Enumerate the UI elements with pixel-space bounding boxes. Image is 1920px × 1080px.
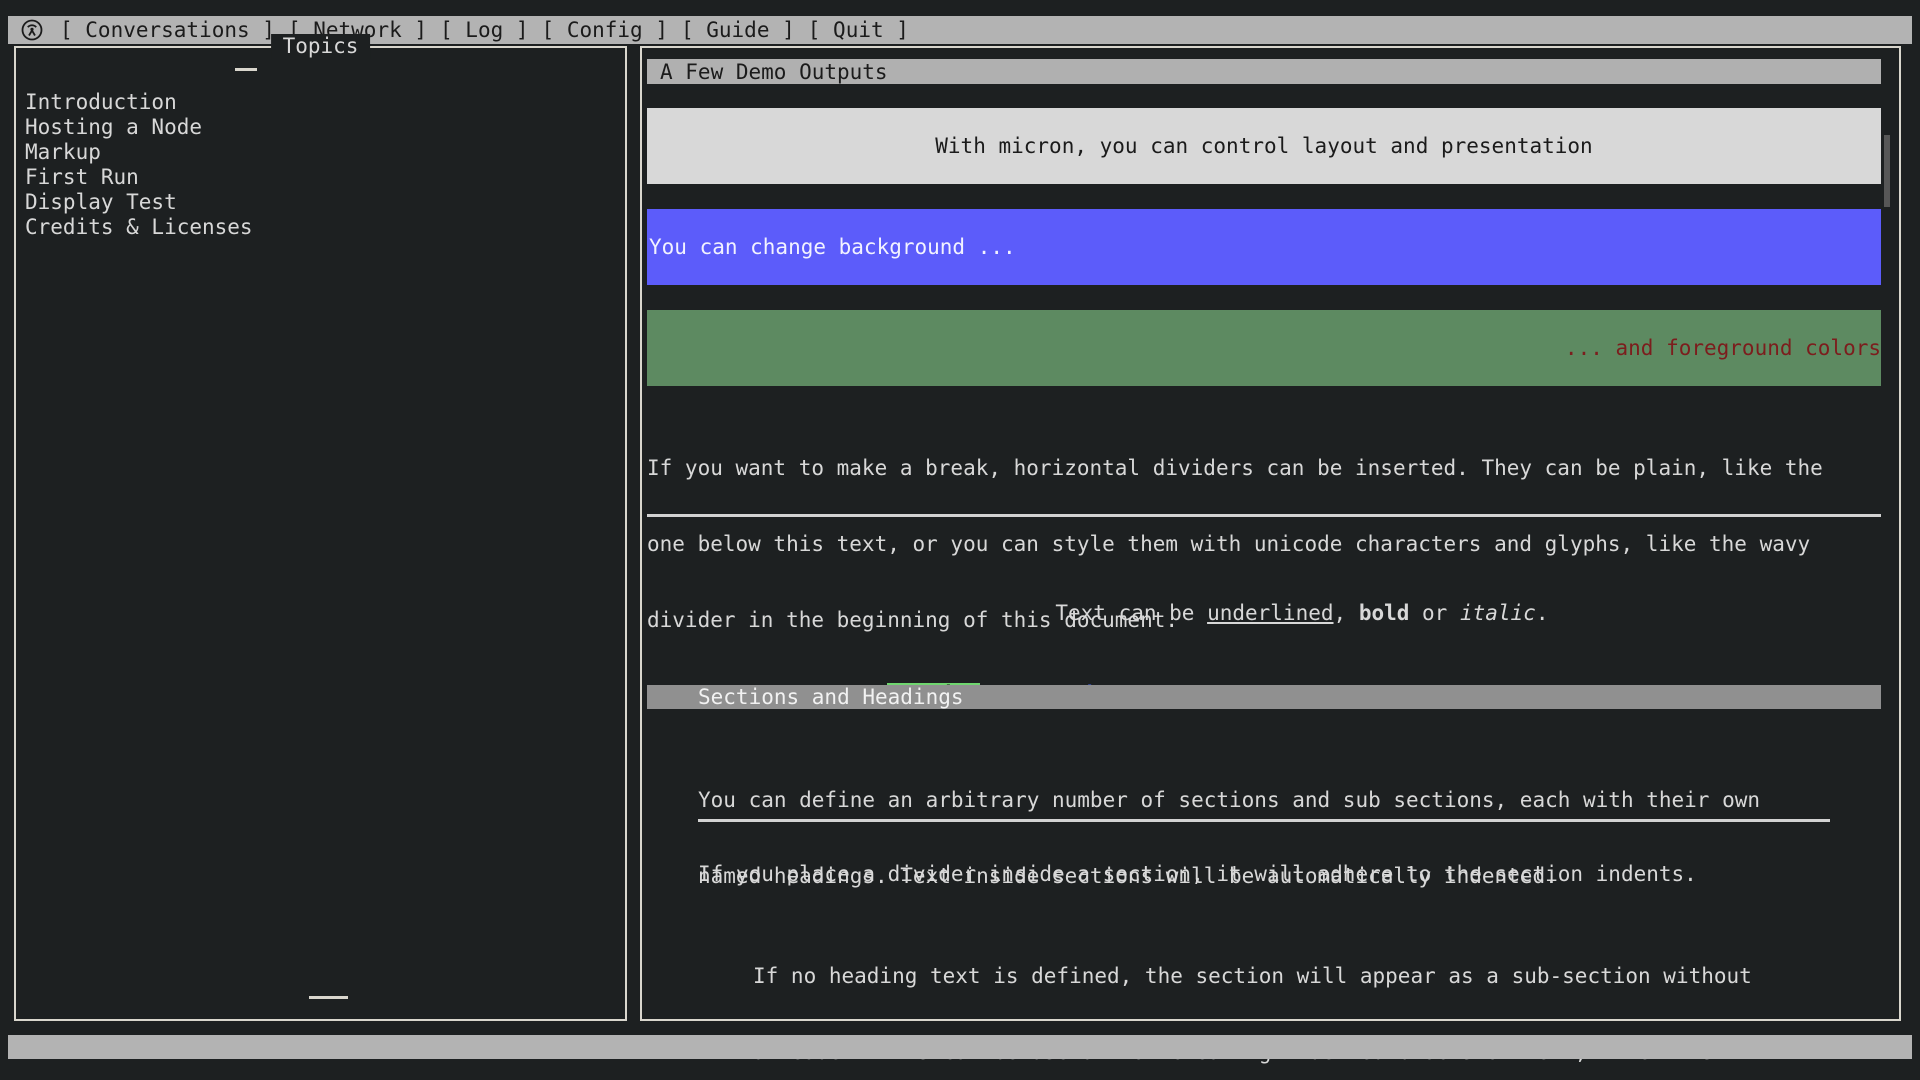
status-bar	[8, 1035, 1912, 1059]
topic-item-introduction[interactable]: Introduction	[25, 90, 617, 115]
background-color-demo-text: You can change background ...	[649, 235, 1016, 259]
document-title: A Few Demo Outputs	[660, 60, 888, 84]
italic-sample: italic	[1460, 601, 1536, 625]
sections-heading-bar: Sections and Headings	[647, 685, 1881, 709]
topics-list: Introduction Hosting a Node Markup First…	[25, 90, 617, 240]
text-styles-line: Text can be underlined, bold or italic.	[647, 576, 1881, 651]
text-styles-sep1: ,	[1334, 601, 1359, 625]
menu-item-quit[interactable]: [ Quit ]	[808, 18, 909, 42]
foreground-color-demo-text: ... and foreground colors	[1565, 336, 1881, 360]
micron-demo-bar-text: With micron, you can control layout and …	[935, 134, 1592, 158]
content-scrollbar-thumb[interactable]	[1884, 135, 1890, 207]
underlined-sample: underlined	[1207, 601, 1333, 625]
document-title-bar: A Few Demo Outputs	[647, 59, 1881, 84]
scroll-down-indicator	[309, 996, 348, 999]
text-styles-prefix: Text can be	[1055, 601, 1207, 625]
dividers-paragraph-line-2: one below this text, or you can style th…	[647, 532, 1881, 557]
section-divider-note: If you place a divider inside a section,…	[698, 862, 1830, 887]
micron-demo-bar: With micron, you can control layout and …	[647, 108, 1881, 184]
menu-item-conversations[interactable]: [ Conversations ]	[60, 18, 275, 42]
dividers-paragraph-line-1: If you want to make a break, horizontal …	[647, 456, 1881, 481]
menu-item-config[interactable]: [ Config ]	[542, 18, 668, 42]
topic-item-credits-licenses[interactable]: Credits & Licenses	[25, 215, 617, 240]
menu-item-guide[interactable]: [ Guide ]	[681, 18, 795, 42]
background-color-demo-bar: You can change background ...	[647, 209, 1881, 285]
sections-heading-text: Sections and Headings	[698, 685, 964, 709]
topic-item-markup[interactable]: Markup	[25, 140, 617, 165]
sections-paragraph-line-1: You can define an arbitrary number of se…	[698, 788, 1830, 813]
topic-item-hosting-a-node[interactable]: Hosting a Node	[25, 115, 617, 140]
bold-sample: bold	[1359, 601, 1410, 625]
text-styles-sep2: or	[1409, 601, 1460, 625]
menu-item-log[interactable]: [ Log ]	[440, 18, 529, 42]
scroll-up-indicator	[235, 68, 257, 71]
topic-item-first-run[interactable]: First Run	[25, 165, 617, 190]
text-styles-suffix: .	[1536, 601, 1549, 625]
topics-panel-title: Topics	[271, 34, 371, 59]
horizontal-divider	[647, 514, 1881, 517]
topic-item-display-test[interactable]: Display Test	[25, 190, 617, 215]
sections-paragraph: You can define an arbitrary number of se…	[698, 737, 1830, 940]
section-divider	[698, 819, 1830, 822]
guide-content-panel: A Few Demo Outputs With micron, you can …	[640, 46, 1901, 1021]
topics-panel: Topics Introduction Hosting a Node Marku…	[14, 46, 627, 1021]
nomadnet-window: [ Conversations ] [ Network ] [ Log ] [ …	[0, 0, 1920, 1080]
foreground-color-demo-bar: ... and foreground colors	[647, 310, 1881, 386]
nomadnet-logo-icon	[20, 18, 44, 42]
subsection-paragraph-line-1: If no heading text is defined, the secti…	[753, 964, 1833, 989]
